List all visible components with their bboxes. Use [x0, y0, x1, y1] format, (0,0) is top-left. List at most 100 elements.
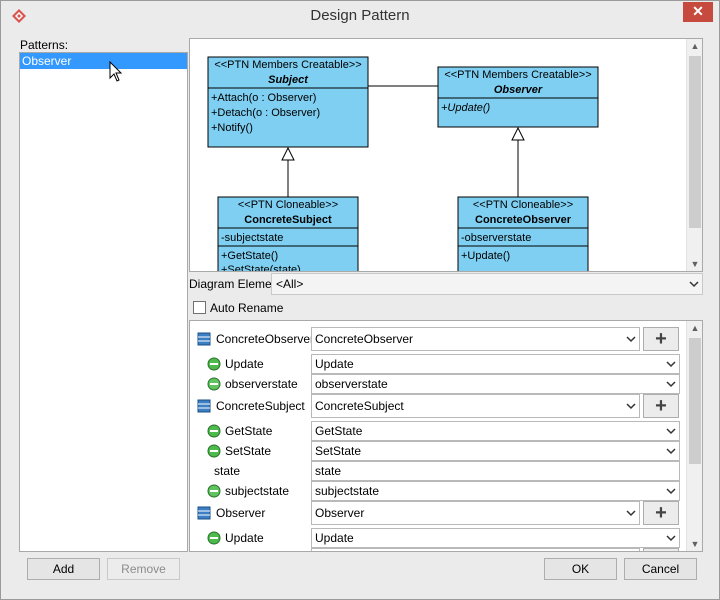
scrollbar-thumb[interactable]	[689, 56, 701, 228]
operation-icon	[207, 531, 221, 545]
add-button[interactable]: Add	[27, 558, 100, 580]
diagram-preview[interactable]: <<PTN Members Creatable>> Subject +Attac…	[189, 38, 703, 272]
property-value-select[interactable]: subjectstate	[311, 481, 680, 501]
property-value: observerstate	[315, 377, 388, 391]
scroll-up-icon[interactable]: ▲	[687, 39, 702, 53]
diagram-scrollbar[interactable]: ▲ ▼	[686, 39, 702, 271]
uml-class-concrete-subject[interactable]: <<PTN Cloneable>> ConcreteSubject -subje…	[217, 196, 359, 272]
properties-panel: ▲ ▼ ConcreteObserver ConcreteObserver + Upd…	[189, 320, 703, 552]
operation-icon	[207, 357, 221, 371]
property-name: Observer	[216, 506, 266, 520]
property-value: state	[315, 464, 342, 478]
property-row-class: Observer Observer +	[190, 501, 687, 525]
property-value-select[interactable]: SetState	[311, 441, 680, 461]
property-name: subjectstate	[225, 484, 290, 498]
ok-button[interactable]: OK	[544, 558, 617, 580]
property-row: observerstate observerstate	[190, 374, 687, 394]
property-value: Observer	[315, 506, 365, 520]
concrete-observer-attr: -observerstate	[461, 232, 531, 244]
scroll-down-icon[interactable]: ▼	[687, 537, 702, 551]
property-row: state state	[190, 461, 687, 481]
chevron-down-icon	[666, 381, 676, 388]
chevron-down-icon	[666, 448, 676, 455]
concrete-observer-op: +Update()	[461, 250, 510, 262]
patterns-label: Patterns:	[20, 38, 69, 52]
diagram-element-select[interactable]: <All>	[271, 273, 703, 295]
uml-diagram: <<PTN Members Creatable>> Subject +Attac…	[207, 56, 599, 272]
diagram-element-value: <All>	[276, 277, 304, 291]
chevron-down-icon	[626, 336, 636, 343]
property-row-class	[190, 548, 687, 551]
add-member-button[interactable]	[643, 548, 679, 551]
add-member-button[interactable]: +	[643, 327, 679, 351]
operation-icon	[207, 444, 221, 458]
chevron-down-icon	[666, 535, 676, 542]
scroll-down-icon[interactable]: ▼	[687, 257, 702, 271]
property-value: ConcreteObserver	[315, 332, 414, 346]
generalization-arrow-icon	[511, 126, 525, 141]
property-value-select[interactable]: Observer	[311, 501, 640, 525]
concrete-subject-attr: -subjectstate	[221, 232, 283, 244]
auto-rename-checkbox[interactable]	[193, 301, 206, 314]
concrete-subject-op: +GetState()	[221, 250, 278, 262]
class-icon	[197, 399, 211, 413]
property-row: Update Update	[190, 354, 687, 374]
class-icon	[197, 332, 211, 346]
property-name: GetState	[225, 424, 273, 438]
property-value-select[interactable]	[311, 548, 640, 551]
property-name: Update	[225, 531, 264, 545]
pattern-item-observer[interactable]: Observer	[20, 53, 187, 69]
property-row: subjectstate subjectstate	[190, 481, 687, 501]
subject-stereotype: <<PTN Members Creatable>>	[214, 59, 361, 71]
title-bar: Design Pattern ✕	[1, 1, 719, 32]
concrete-subject-op: +SetState(state)	[221, 264, 301, 272]
property-value-input[interactable]: state	[311, 461, 680, 481]
concrete-observer-name: ConcreteObserver	[475, 214, 572, 226]
design-pattern-dialog: Design Pattern ✕ Patterns: Observer <<PT…	[0, 0, 720, 600]
property-value: ConcreteSubject	[315, 399, 404, 413]
observer-name: Observer	[494, 84, 543, 96]
auto-rename-label: Auto Rename	[210, 301, 284, 315]
property-name: state	[214, 464, 241, 478]
subject-op: +Detach(o : Observer)	[211, 107, 320, 119]
chevron-down-icon	[689, 281, 699, 288]
property-row: SetState SetState	[190, 441, 687, 461]
cancel-button[interactable]: Cancel	[624, 558, 697, 580]
diagram-element-row: Diagram Element <All>	[189, 273, 703, 295]
property-row: GetState GetState	[190, 421, 687, 441]
generalization-arrow-icon	[281, 146, 295, 161]
chevron-down-icon	[666, 488, 676, 495]
chevron-down-icon	[626, 510, 636, 517]
property-row-class: ConcreteSubject ConcreteSubject +	[190, 394, 687, 418]
property-value-select[interactable]: Update	[311, 354, 680, 374]
chevron-down-icon	[666, 361, 676, 368]
uml-class-concrete-observer[interactable]: <<PTN Cloneable>> ConcreteObserver -obse…	[457, 196, 589, 272]
close-button[interactable]: ✕	[683, 2, 713, 22]
property-row: Update Update	[190, 528, 687, 548]
chevron-down-icon	[626, 403, 636, 410]
add-member-button[interactable]: +	[643, 394, 679, 418]
property-name: Update	[225, 357, 264, 371]
properties-scrollbar[interactable]: ▲ ▼	[686, 321, 702, 551]
property-value: Update	[315, 357, 354, 371]
property-value-select[interactable]: observerstate	[311, 374, 680, 394]
add-member-button[interactable]: +	[643, 501, 679, 525]
property-value-select[interactable]: GetState	[311, 421, 680, 441]
property-value-select[interactable]: ConcreteObserver	[311, 327, 640, 351]
uml-class-observer[interactable]: <<PTN Members Creatable>> Observer +Upda…	[437, 66, 599, 128]
remove-button[interactable]: Remove	[107, 558, 180, 580]
scroll-up-icon[interactable]: ▲	[687, 321, 702, 335]
scrollbar-thumb[interactable]	[689, 338, 701, 464]
patterns-list[interactable]: Observer	[19, 52, 188, 552]
property-value-select[interactable]: ConcreteSubject	[311, 394, 640, 418]
property-name: ConcreteSubject	[216, 399, 305, 413]
window-title: Design Pattern	[310, 7, 410, 24]
concrete-observer-stereotype: <<PTN Cloneable>>	[473, 199, 573, 211]
observer-op: +Update()	[441, 102, 491, 114]
property-name: observerstate	[225, 377, 298, 391]
property-value: Update	[315, 531, 354, 545]
concrete-subject-stereotype: <<PTN Cloneable>>	[238, 199, 338, 211]
uml-class-subject[interactable]: <<PTN Members Creatable>> Subject +Attac…	[207, 56, 369, 148]
attribute-icon	[207, 484, 221, 498]
property-value-select[interactable]: Update	[311, 528, 680, 548]
